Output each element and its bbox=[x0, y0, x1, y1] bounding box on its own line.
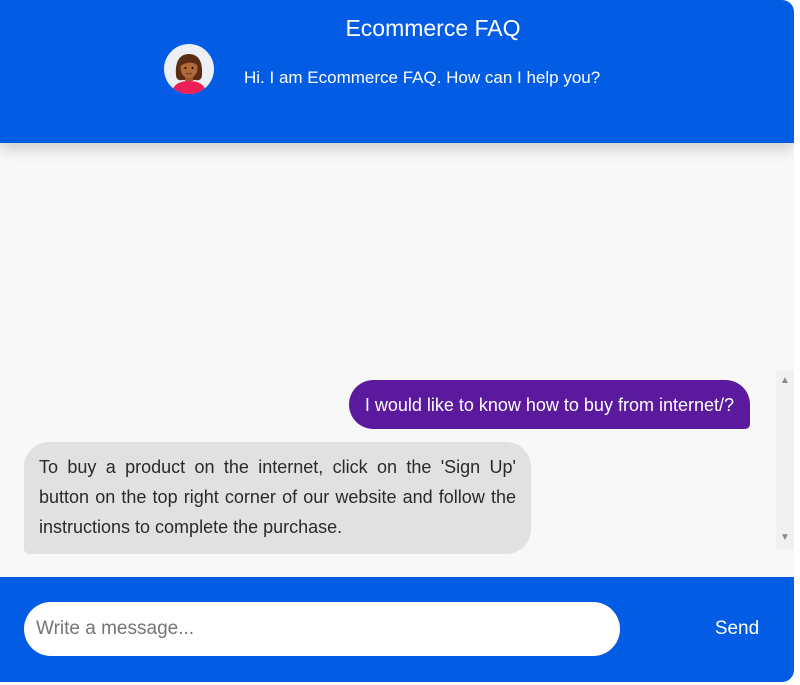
chat-subtitle: Hi. I am Ecommerce FAQ. How can I help y… bbox=[244, 68, 601, 87]
chat-window: Ecommerce FAQ Hi. I am Ecommerce FAQ. Ho… bbox=[0, 0, 794, 682]
scroll-up-arrow-icon[interactable]: ▲ bbox=[779, 375, 791, 387]
user-avatar-icon bbox=[164, 44, 214, 94]
message-scrollbar[interactable]: ▲ ▼ bbox=[776, 370, 794, 550]
chat-title: Ecommerce FAQ bbox=[345, 15, 521, 41]
message-list[interactable]: I would like to know how to buy from int… bbox=[0, 143, 794, 577]
user-message: I would like to know how to buy from int… bbox=[348, 380, 750, 429]
composer-bar: Send bbox=[0, 577, 794, 682]
avatar-illustration bbox=[172, 54, 206, 94]
send-button[interactable]: Send bbox=[690, 609, 784, 649]
scroll-down-arrow-icon[interactable]: ▼ bbox=[779, 532, 791, 544]
chat-header: Ecommerce FAQ Hi. I am Ecommerce FAQ. Ho… bbox=[0, 0, 794, 143]
bot-message: To buy a product on the internet, click … bbox=[24, 442, 531, 554]
message-input[interactable] bbox=[24, 602, 620, 656]
